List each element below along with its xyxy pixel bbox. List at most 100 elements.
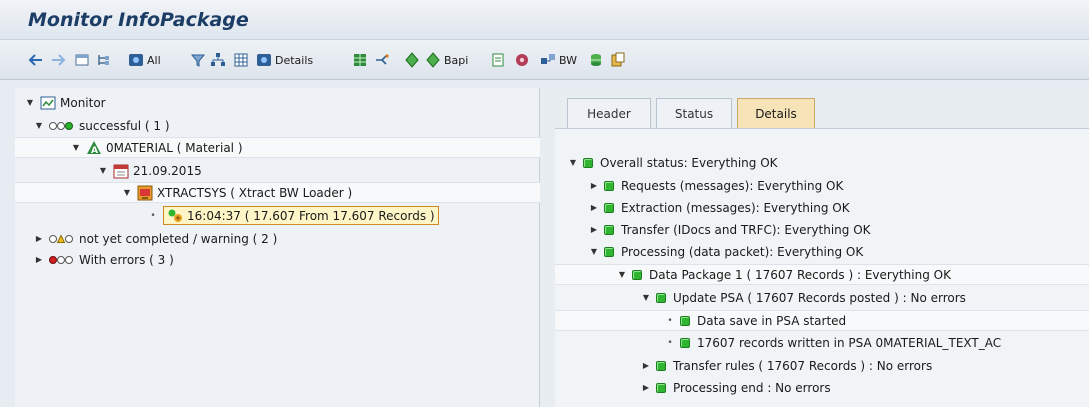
status-green-icon	[604, 202, 614, 213]
tree-node-monitor[interactable]: ▼ Monitor	[25, 92, 106, 113]
table-button[interactable]	[233, 50, 249, 70]
detail-processing-end[interactable]: ▶ Processing end : No errors	[641, 377, 831, 398]
window-icon	[75, 54, 89, 66]
tree-node-date[interactable]: ▼ 21.09.2015	[98, 160, 202, 181]
detail-label: Overall status: Everything OK	[600, 155, 778, 170]
database-icon	[591, 54, 601, 66]
detail-transfer-rules[interactable]: ▶ Transfer rules ( 17607 Records ) : No …	[641, 355, 932, 376]
expand-arrow-icon[interactable]: ▶	[589, 181, 599, 190]
filter-button[interactable]	[190, 50, 206, 70]
infoobject-icon: A	[86, 140, 102, 156]
detail-data-package[interactable]: ▼ Data Package 1 ( 17607 Records ) : Eve…	[555, 264, 1089, 285]
detail-transfer[interactable]: ▶ Transfer (IDocs and TRFC): Everything …	[589, 219, 871, 240]
status-green-icon	[656, 360, 666, 371]
detail-save-started[interactable]: • Data save in PSA started	[555, 310, 1089, 331]
expand-arrow-icon[interactable]: ▼	[98, 166, 108, 175]
detail-update-psa[interactable]: ▼ Update PSA ( 17607 Records posted ) : …	[641, 287, 966, 308]
detail-overall[interactable]: ▼ Overall status: Everything OK	[568, 152, 778, 173]
tree-node-source-system[interactable]: ▼ XTRACTSYS ( Xtract BW Loader )	[15, 182, 540, 203]
route-button[interactable]	[374, 50, 390, 70]
gear-icon	[516, 54, 528, 66]
tab-details[interactable]: Details	[737, 98, 815, 128]
tree-label: 21.09.2015	[133, 163, 202, 178]
bapi-label: Bapi	[444, 53, 469, 67]
detail-requests[interactable]: ▶ Requests (messages): Everything OK	[589, 175, 843, 196]
filter-tree-button[interactable]	[96, 50, 112, 70]
all-button[interactable]: All	[128, 50, 161, 70]
expand-arrow-icon[interactable]: ▶	[34, 234, 44, 243]
route-icon	[376, 54, 389, 65]
export-icon	[611, 52, 625, 67]
back-button[interactable]	[28, 50, 44, 70]
expand-arrow-icon[interactable]: ▼	[617, 270, 627, 279]
bw-button[interactable]: BW	[540, 50, 577, 70]
traffic-light-red-icon	[49, 255, 75, 265]
expand-arrow-icon[interactable]: ▼	[71, 143, 81, 152]
detail-label: Processing end : No errors	[673, 380, 831, 395]
request-status-icon	[167, 208, 183, 224]
selected-request[interactable]: 16:04:37 ( 17.607 From 17.607 Records )	[163, 206, 439, 225]
edit-button[interactable]	[490, 50, 506, 70]
detail-processing[interactable]: ▼ Processing (data packet): Everything O…	[589, 241, 863, 262]
tree-node-warning[interactable]: ▶ not yet completed / warning ( 2 )	[34, 228, 277, 249]
tree-node-errors[interactable]: ▶ With errors ( 3 )	[34, 249, 174, 270]
expand-arrow-icon[interactable]: ▼	[589, 247, 599, 256]
traffic-light-green-icon	[49, 121, 75, 131]
expand-arrow-icon[interactable]: ▼	[25, 98, 35, 107]
status-green-icon	[632, 269, 642, 280]
expand-arrow-icon[interactable]: ▶	[589, 203, 599, 212]
expand-arrow-icon[interactable]: ▼	[568, 158, 578, 167]
detail-label: Extraction (messages): Everything OK	[621, 200, 850, 215]
leaf-bullet-icon: •	[667, 315, 673, 326]
arrow-left-icon	[28, 54, 42, 66]
settings-button[interactable]	[514, 50, 530, 70]
hierarchy-button[interactable]	[210, 50, 226, 70]
toolbar: All Details Bapi BW	[0, 40, 1089, 80]
tab-status[interactable]: Status	[656, 98, 732, 128]
status-green-icon	[680, 315, 690, 326]
network-icon	[129, 54, 143, 66]
grid-button[interactable]	[352, 50, 368, 70]
traffic-light-yellow-icon	[49, 233, 75, 244]
tree-node-request[interactable]: • 16:04:37 ( 17.607 From 17.607 Records …	[148, 205, 439, 226]
expand-arrow-icon[interactable]: ▶	[589, 225, 599, 234]
detail-label: 17607 records written in PSA 0MATERIAL_T…	[697, 335, 1002, 350]
forward-button[interactable]	[50, 50, 66, 70]
tree-node-material[interactable]: ▼ A 0MATERIAL ( Material )	[15, 137, 540, 158]
detail-label: Transfer rules ( 17607 Records ) : No er…	[673, 358, 933, 373]
filter-icon	[190, 54, 206, 67]
diamond-icon	[405, 52, 419, 68]
tree-node-successful[interactable]: ▼ successful ( 1 )	[34, 115, 170, 136]
bw-connect-icon	[541, 54, 555, 64]
expand-arrow-icon[interactable]: ▼	[122, 188, 132, 197]
function-button[interactable]	[404, 50, 420, 70]
expand-arrow-icon[interactable]: ▼	[641, 293, 651, 302]
expand-arrow-icon[interactable]: ▶	[34, 255, 44, 264]
layout-button[interactable]	[74, 50, 90, 70]
tab-header[interactable]: Header	[567, 98, 651, 128]
detail-label: Processing (data packet): Everything OK	[621, 244, 864, 259]
expand-arrow-icon[interactable]: ▶	[641, 361, 651, 370]
tree-icon	[98, 55, 109, 65]
page-title: Monitor InfoPackage	[28, 9, 249, 31]
detail-extraction[interactable]: ▶ Extraction (messages): Everything OK	[589, 197, 850, 218]
detail-label: Data save in PSA started	[697, 313, 847, 328]
tree-label: 0MATERIAL ( Material )	[106, 140, 243, 155]
details-button[interactable]: Details	[256, 50, 313, 70]
status-green-icon	[680, 337, 690, 348]
detail-records-written[interactable]: • 17607 records written in PSA 0MATERIAL…	[665, 332, 1001, 353]
status-green-icon	[604, 180, 614, 191]
leaf-bullet-icon: •	[667, 337, 673, 348]
svg-text:A: A	[91, 146, 98, 156]
expand-arrow-icon[interactable]: ▶	[641, 383, 651, 392]
title-bar: Monitor InfoPackage	[0, 0, 1089, 40]
database-button[interactable]	[588, 50, 604, 70]
expand-arrow-icon[interactable]: ▼	[34, 121, 44, 130]
leaf-bullet-icon: •	[150, 210, 156, 221]
bw-label: BW	[559, 53, 578, 67]
calendar-icon	[113, 163, 129, 179]
export-button[interactable]	[610, 50, 626, 70]
hierarchy-icon	[211, 53, 225, 66]
tree-label: Monitor	[60, 95, 106, 110]
bapi-button[interactable]: Bapi	[425, 50, 468, 70]
